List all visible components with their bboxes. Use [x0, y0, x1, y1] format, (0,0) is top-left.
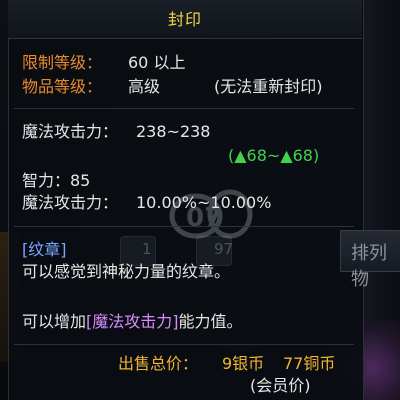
magic-attack-bonus: (▲68~▲68): [228, 146, 320, 165]
price-copper: 77铜币: [283, 354, 336, 373]
background-slot-count: 1: [142, 240, 152, 258]
magic-attack-pct-label: 魔法攻击力：: [22, 193, 119, 212]
item-description: 可以感觉到神秘力量的纹章。: [22, 262, 231, 281]
level-limit-label: 限制等级：: [22, 53, 103, 72]
level-limit-value: 60 以上: [128, 53, 186, 72]
item-effect: 可以增加[魔法攻击力]能力值。: [22, 312, 243, 332]
effect-suffix: 能力值。: [178, 312, 243, 331]
item-grade-label: 物品等级：: [22, 77, 103, 96]
intelligence-stat: 智力：85: [22, 171, 91, 190]
divider: [14, 226, 354, 227]
item-name: 封印: [167, 10, 202, 29]
effect-prefix: 可以增加: [22, 312, 87, 331]
effect-highlight: [魔法攻击力]: [86, 312, 179, 331]
item-grade-value: 高级: [128, 77, 161, 96]
magic-attack-pct-value: 10.00%~10.00%: [136, 193, 272, 212]
background-tab-label: 排列物: [351, 243, 387, 290]
magic-attack-label: 魔法攻击力：: [22, 122, 119, 141]
divider: [14, 108, 354, 109]
member-price-note: (会员价): [250, 376, 311, 395]
magic-attack-value: 238~238: [136, 122, 211, 141]
price-silver: 9银币: [222, 354, 265, 373]
item-category: [纹章]: [22, 240, 67, 259]
price-label: 出售总价：: [118, 354, 199, 373]
seal-note: (无法重新封印): [214, 77, 323, 96]
background-tab: 排列物: [340, 230, 400, 290]
divider: [14, 344, 354, 345]
